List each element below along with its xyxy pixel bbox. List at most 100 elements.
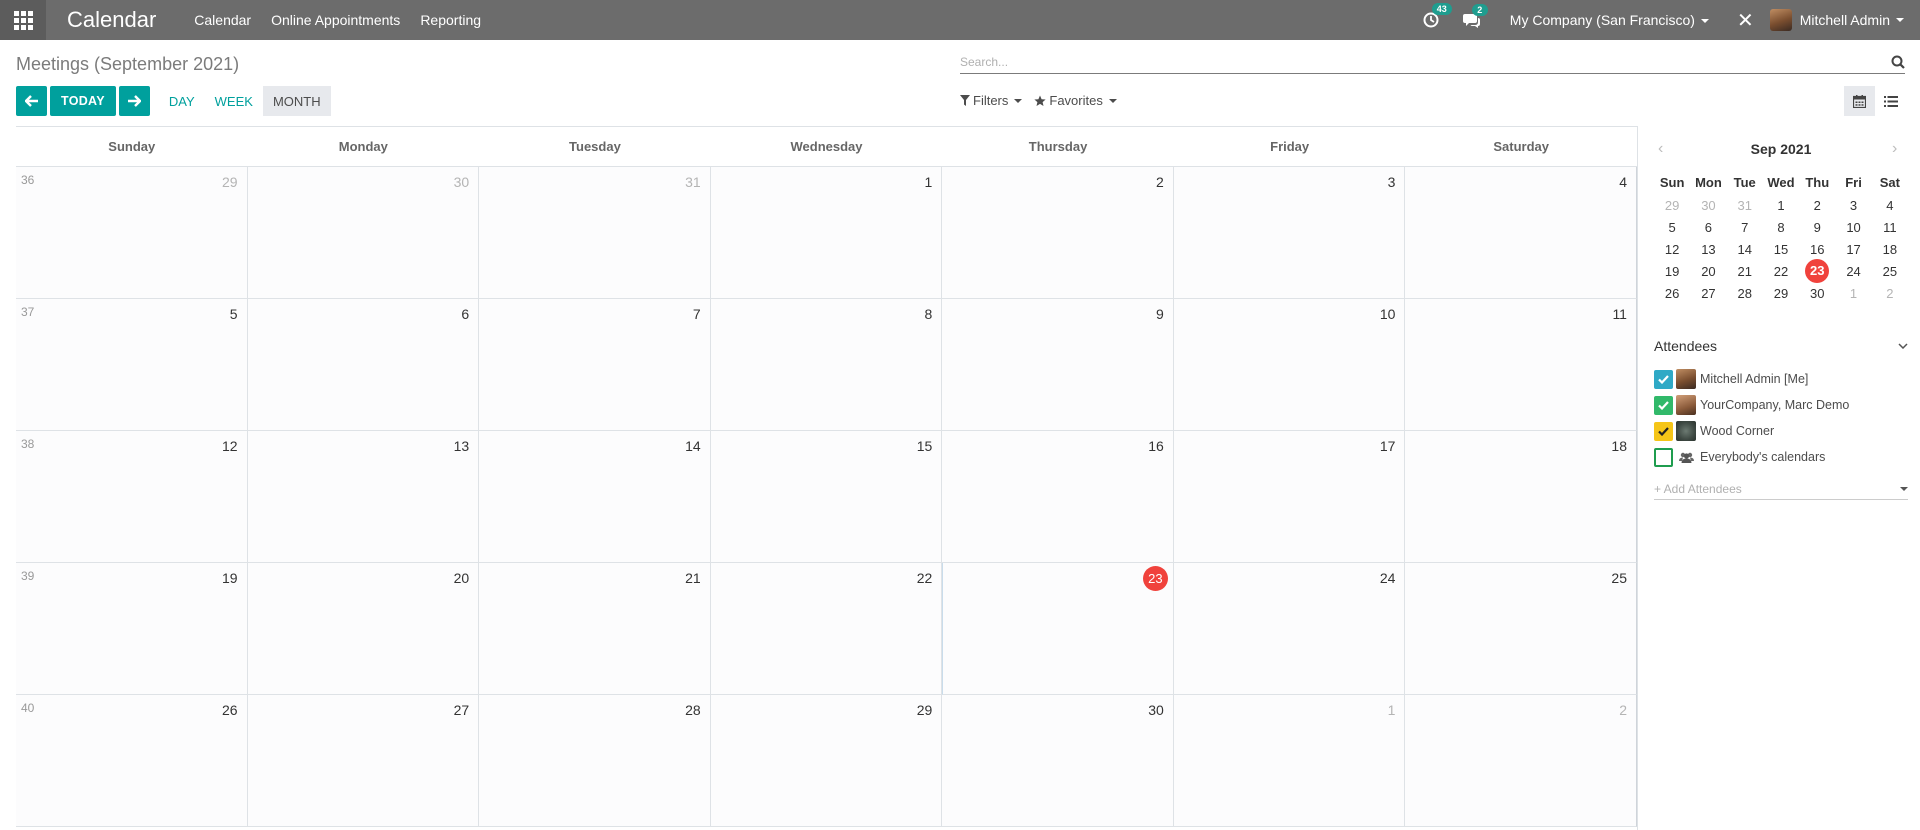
mini-day[interactable]: 24	[1835, 264, 1871, 279]
day-cell[interactable]: 14	[479, 431, 711, 563]
mini-day[interactable]: 28	[1727, 286, 1763, 301]
mini-day[interactable]: 17	[1835, 242, 1871, 257]
day-cell[interactable]: 21	[479, 563, 711, 695]
app-title[interactable]: Calendar	[67, 7, 156, 33]
debug-close-icon[interactable]: ✕	[1737, 8, 1754, 33]
activity-button[interactable]: 43	[1423, 3, 1452, 28]
day-cell[interactable]: 1	[710, 167, 943, 299]
day-cell[interactable]: 16	[942, 431, 1174, 563]
day-cell[interactable]: 6	[247, 299, 480, 431]
mini-day[interactable]: 12	[1654, 242, 1690, 257]
mini-day[interactable]: 5	[1654, 220, 1690, 235]
apps-menu-button[interactable]	[0, 0, 46, 40]
mini-day[interactable]: 6	[1690, 220, 1726, 235]
add-attendees-field[interactable]	[1654, 478, 1908, 500]
day-cell[interactable]: 40 26	[16, 695, 248, 827]
mini-day[interactable]: 3	[1835, 198, 1871, 213]
menu-item-calendar[interactable]: Calendar	[194, 12, 251, 28]
day-cell[interactable]: 24	[1173, 563, 1406, 695]
day-cell[interactable]: 17	[1173, 431, 1406, 563]
day-cell[interactable]: 9	[942, 299, 1174, 431]
mini-day[interactable]: 7	[1727, 220, 1763, 235]
mini-day[interactable]: 22	[1763, 264, 1799, 279]
day-cell[interactable]: 2	[942, 167, 1174, 299]
day-cell-today[interactable]: 23	[942, 563, 1174, 695]
caret-down-icon[interactable]	[1900, 486, 1908, 491]
mini-day[interactable]: 1	[1835, 286, 1871, 301]
day-cell[interactable]: 27	[247, 695, 480, 827]
mini-prev-month-icon[interactable]: ‹	[1658, 140, 1670, 158]
mini-day[interactable]: 2	[1872, 286, 1908, 301]
day-cell[interactable]: 13	[247, 431, 480, 563]
list-view-button[interactable]	[1875, 86, 1906, 116]
day-cell[interactable]: 39 19	[16, 563, 248, 695]
day-cell[interactable]: 29	[710, 695, 943, 827]
attendee-filter-item[interactable]: Everybody's calendars	[1654, 444, 1908, 470]
day-cell[interactable]: 36 29	[16, 167, 248, 299]
mini-day[interactable]: 25	[1872, 264, 1908, 279]
day-cell[interactable]: 28	[479, 695, 711, 827]
day-cell[interactable]: 1	[1173, 695, 1406, 827]
day-cell[interactable]: 31	[479, 167, 711, 299]
mini-day[interactable]: 21	[1727, 264, 1763, 279]
day-cell[interactable]: 18	[1405, 431, 1637, 563]
checkbox-checked-icon[interactable]	[1654, 369, 1673, 389]
filters-dropdown[interactable]: Filters	[960, 93, 1023, 108]
attendee-filter-item[interactable]: Wood Corner	[1654, 418, 1908, 444]
company-switcher[interactable]: My Company (San Francisco)	[1510, 12, 1709, 28]
mini-day[interactable]: 30	[1690, 198, 1726, 213]
mini-day[interactable]: 15	[1763, 242, 1799, 257]
day-cell[interactable]: 25	[1405, 563, 1637, 695]
search-input[interactable]	[960, 52, 1860, 72]
calendar-view-button[interactable]	[1844, 86, 1875, 116]
mini-day[interactable]: 29	[1654, 198, 1690, 213]
mini-next-month-icon[interactable]: ›	[1892, 140, 1904, 158]
attendee-filter-item[interactable]: YourCompany, Marc Demo	[1654, 392, 1908, 418]
checkbox-checked-icon[interactable]	[1654, 395, 1673, 415]
mini-day[interactable]: 11	[1872, 220, 1908, 235]
menu-item-reporting[interactable]: Reporting	[420, 12, 481, 28]
mini-day[interactable]: 30	[1799, 286, 1835, 301]
mini-day[interactable]: 13	[1690, 242, 1726, 257]
day-cell[interactable]: 7	[479, 299, 711, 431]
day-cell[interactable]: 8	[710, 299, 943, 431]
previous-button[interactable]	[16, 86, 47, 116]
mini-day[interactable]: 10	[1835, 220, 1871, 235]
user-menu[interactable]: Mitchell Admin	[1769, 9, 1904, 31]
scale-month-button[interactable]: MONTH	[262, 86, 331, 116]
scale-week-button[interactable]: WEEK	[205, 86, 263, 116]
mini-day[interactable]: 31	[1727, 198, 1763, 213]
mini-day[interactable]: 16	[1799, 242, 1835, 257]
mini-day[interactable]: 18	[1872, 242, 1908, 257]
mini-day[interactable]: 29	[1763, 286, 1799, 301]
scale-day-button[interactable]: DAY	[159, 86, 205, 116]
mini-day[interactable]: 9	[1799, 220, 1835, 235]
messaging-button[interactable]: 2	[1462, 3, 1488, 28]
mini-day[interactable]: 2	[1799, 198, 1835, 213]
day-cell[interactable]: 30	[942, 695, 1174, 827]
day-cell[interactable]: 10	[1173, 299, 1406, 431]
mini-day[interactable]: 4	[1872, 198, 1908, 213]
mini-day[interactable]: 1	[1763, 198, 1799, 213]
mini-day[interactable]: 8	[1763, 220, 1799, 235]
mini-day-selected[interactable]: 23	[1799, 259, 1835, 283]
today-button[interactable]: TODAY	[50, 86, 116, 116]
favorites-dropdown[interactable]: Favorites	[1034, 93, 1117, 108]
attendee-filter-item[interactable]: Mitchell Admin [Me]	[1654, 366, 1908, 392]
add-attendees-input[interactable]	[1654, 481, 1874, 496]
search-icon[interactable]	[1891, 55, 1905, 69]
day-cell[interactable]: 15	[710, 431, 943, 563]
checkbox-checked-icon[interactable]	[1654, 421, 1673, 441]
day-cell[interactable]: 30	[247, 167, 480, 299]
day-cell[interactable]: 3	[1173, 167, 1406, 299]
mini-day[interactable]: 27	[1690, 286, 1726, 301]
day-cell[interactable]: 11	[1405, 299, 1637, 431]
day-cell[interactable]: 20	[247, 563, 480, 695]
day-cell[interactable]: 22	[710, 563, 943, 695]
menu-item-online-appointments[interactable]: Online Appointments	[271, 12, 400, 28]
checkbox-empty-icon[interactable]	[1654, 447, 1673, 467]
day-cell[interactable]: 4	[1405, 167, 1637, 299]
mini-day[interactable]: 20	[1690, 264, 1726, 279]
attendees-section-header[interactable]: Attendees	[1654, 338, 1908, 354]
next-button[interactable]	[118, 86, 150, 116]
